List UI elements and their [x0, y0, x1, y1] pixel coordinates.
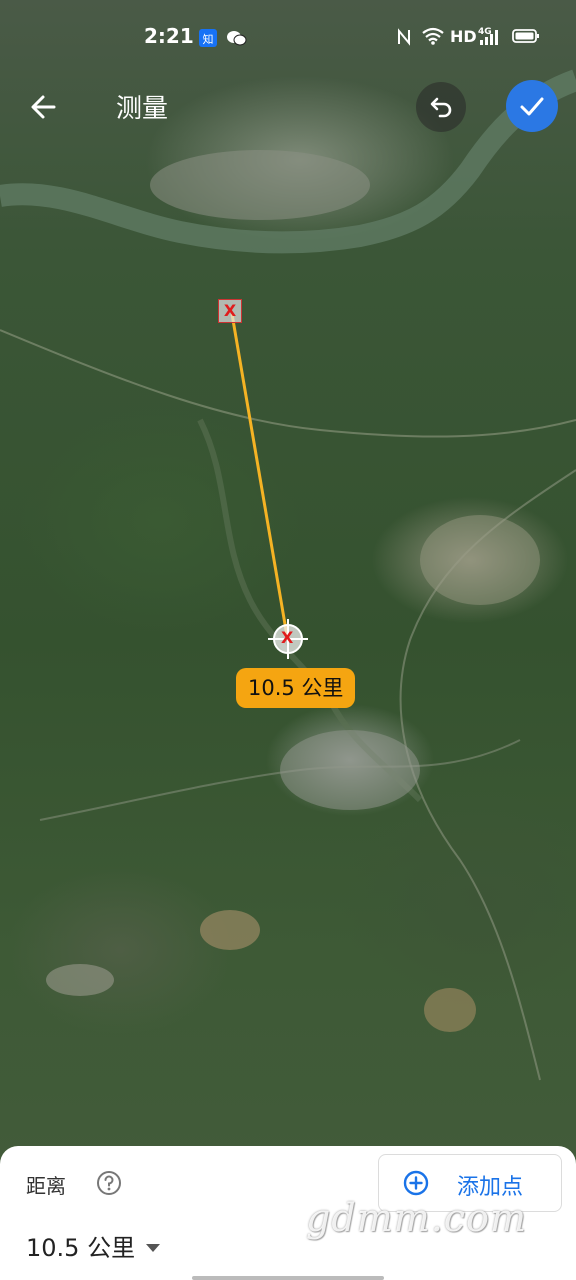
- bare-land: [46, 964, 114, 996]
- town-area: [280, 730, 420, 810]
- battery-icon: [512, 28, 540, 48]
- bare-land: [424, 988, 476, 1032]
- check-icon: [520, 97, 544, 116]
- zhihu-app-icon: 知: [198, 28, 218, 48]
- watermark: gdmm.com: [306, 1196, 527, 1240]
- question-circle-icon[interactable]: [96, 1170, 122, 1196]
- bare-land: [200, 910, 260, 950]
- wifi-icon: [422, 27, 444, 47]
- end-marker-label: X: [281, 628, 294, 647]
- town-area: [420, 515, 540, 605]
- status-time: 2:21: [144, 24, 194, 48]
- 4g-signal-icon: 4G: [478, 25, 502, 45]
- wechat-icon: [226, 28, 248, 48]
- town-area: [150, 150, 370, 220]
- satellite-map[interactable]: X: [0, 0, 576, 1280]
- nfc-icon: [396, 28, 412, 48]
- hd-icon: HD: [450, 27, 477, 46]
- svg-text:4G: 4G: [478, 27, 492, 37]
- home-indicator[interactable]: [192, 1276, 384, 1280]
- distance-title: 距离: [26, 1174, 66, 1198]
- triangle-down-icon[interactable]: [146, 1238, 160, 1252]
- undo-button[interactable]: [416, 82, 466, 132]
- road: [0, 329, 576, 438]
- arrow-left-icon: [31, 95, 56, 119]
- road: [39, 739, 521, 821]
- page-title: 测量: [116, 94, 169, 124]
- back-button[interactable]: [26, 88, 64, 126]
- start-marker-label: X: [223, 301, 237, 320]
- bottom-sheet: 距离 添加点 10.5 公里 gdmm.com: [0, 1146, 576, 1280]
- status-bar: 2:21 知 HD 4G: [0, 0, 576, 72]
- plus-circle-icon: [403, 1170, 429, 1196]
- undo-icon: [430, 97, 452, 118]
- distance-value[interactable]: 10.5 公里: [26, 1228, 135, 1263]
- start-marker[interactable]: X: [218, 299, 242, 323]
- distance-map-label: 10.5 公里: [236, 668, 356, 708]
- measure-line: [230, 313, 289, 637]
- confirm-button[interactable]: [506, 80, 558, 132]
- svg-text:知: 知: [203, 32, 214, 46]
